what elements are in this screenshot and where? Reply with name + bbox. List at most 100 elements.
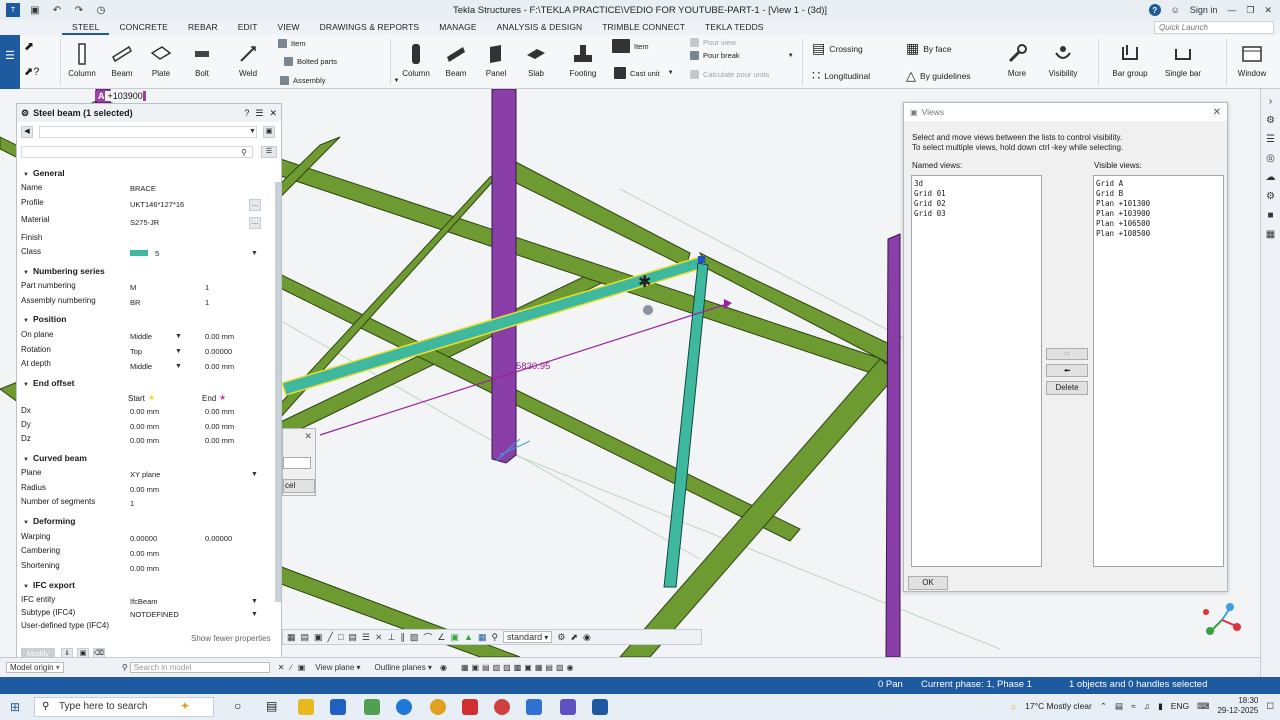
snap-perp-icon[interactable]: ⊥ xyxy=(388,632,396,643)
segments-field[interactable]: 1 xyxy=(130,499,134,508)
section-numbering[interactable]: Numbering series xyxy=(23,266,105,276)
class-dropdown[interactable]: 5 xyxy=(155,249,159,258)
part-start-field[interactable]: 1 xyxy=(205,283,209,292)
tab-manage[interactable]: MANAGE xyxy=(429,20,486,35)
steel-beam-button[interactable]: Beam xyxy=(106,37,138,78)
selection-filters[interactable]: ▦▣▤▧▨▩▣▦▤▧◉ xyxy=(461,663,577,672)
select-arrow-icon[interactable]: ⬈ xyxy=(24,39,34,53)
network-icon[interactable]: ▤ xyxy=(1115,701,1123,712)
section-deforming[interactable]: Deforming xyxy=(23,516,76,526)
help-icon[interactable]: ? xyxy=(1148,4,1161,16)
list-item[interactable]: Plan +108500 xyxy=(1096,229,1221,239)
assembly-start-field[interactable]: 1 xyxy=(205,298,209,307)
teams-icon[interactable] xyxy=(560,699,576,715)
warping-end-field[interactable]: 0.00000 xyxy=(205,534,232,543)
outline-planes-dropdown[interactable]: Outline planes ▾ xyxy=(375,663,432,672)
dy-end-field[interactable]: 0.00 mm xyxy=(205,422,234,431)
outlook-icon[interactable] xyxy=(526,699,542,715)
undo-icon[interactable]: ↶ xyxy=(50,3,64,17)
section-general[interactable]: General xyxy=(23,168,65,178)
snap-eye-icon[interactable]: ◉ xyxy=(583,632,591,643)
snap-green-icon[interactable]: ▣ xyxy=(451,632,460,643)
snap-cross-icon[interactable]: ⨯ xyxy=(375,632,383,643)
minimize-button[interactable]: — xyxy=(1227,5,1236,15)
snap-midpoint-icon[interactable]: ▣ xyxy=(314,632,323,643)
concrete-beam-button[interactable]: Beam xyxy=(440,37,472,78)
section-curved-beam[interactable]: Curved beam xyxy=(23,453,87,463)
list-item[interactable]: Grid A xyxy=(1096,179,1221,189)
window-button[interactable]: Window xyxy=(1234,37,1270,78)
keyboard-icon[interactable]: ⌨ xyxy=(1197,701,1209,712)
slab-button[interactable]: Slab xyxy=(520,37,552,78)
cloud-icon[interactable]: ☁ xyxy=(1265,172,1277,184)
concrete-column-button[interactable]: Column xyxy=(400,37,432,78)
rotation-dropdown[interactable]: Top xyxy=(130,347,142,356)
ifc-subtype-dropdown[interactable]: NOTDEFINED xyxy=(130,610,179,619)
tab-drawings-reports[interactable]: DRAWINGS & REPORTS xyxy=(310,20,430,35)
list-item[interactable]: Grid 03 xyxy=(914,209,1039,219)
widgets-icon[interactable]: ▤ xyxy=(266,699,277,713)
select-options-icon[interactable]: ⬈? xyxy=(24,65,39,78)
save-icon[interactable]: ▣ xyxy=(28,3,42,17)
pin-icon[interactable]: ☰ xyxy=(255,108,263,119)
battery-icon[interactable]: ▮ xyxy=(1158,701,1163,712)
more-button[interactable]: More xyxy=(1000,37,1034,78)
search-model-input[interactable]: Search in model xyxy=(129,662,270,673)
single-bar-button[interactable]: Single bar xyxy=(1162,37,1204,78)
delete-view-button[interactable]: Delete xyxy=(1046,381,1088,395)
property-set-dropdown[interactable] xyxy=(39,126,257,138)
snap-mode-dropdown[interactable]: standard ▾ xyxy=(503,631,553,643)
bar-group-button[interactable]: Bar group xyxy=(1110,37,1150,78)
bolted-parts-button[interactable]: Bolted parts xyxy=(284,57,337,66)
parallel-icon[interactable]: ∕ xyxy=(290,663,291,672)
snap-box-icon[interactable]: □ xyxy=(338,632,343,642)
profile-browse-button[interactable]: … xyxy=(249,199,261,211)
list-item[interactable]: Plan +101300 xyxy=(1096,199,1221,209)
apps-icon[interactable]: ▦ xyxy=(1265,229,1277,241)
volume-icon[interactable]: ♫ xyxy=(1144,701,1150,711)
dy-start-field[interactable]: 0.00 mm xyxy=(130,422,159,431)
concrete-item-button[interactable]: Item xyxy=(612,39,649,53)
list-item[interactable]: Grid 01 xyxy=(914,189,1039,199)
snap-ext-icon[interactable]: ▧ xyxy=(410,632,419,643)
wifi-icon[interactable]: ≈ xyxy=(1131,701,1136,711)
properties-icon[interactable]: ⚙ xyxy=(1265,115,1277,127)
tab-steel[interactable]: STEEL xyxy=(62,20,110,35)
task-view-icon[interactable]: ○ xyxy=(234,699,241,713)
tab-trimble-connect[interactable]: TRIMBLE CONNECT xyxy=(592,20,695,35)
eye-icon[interactable]: ◉ xyxy=(440,663,447,672)
bolt-button[interactable]: Bolt xyxy=(186,37,218,78)
settings-icon[interactable]: ⚙ xyxy=(1265,191,1277,203)
filter-menu-icon[interactable]: ☰ xyxy=(261,146,277,158)
search-properties-input[interactable] xyxy=(21,146,253,158)
catalog-icon[interactable]: ☰ xyxy=(1265,134,1277,146)
clock[interactable]: 18:30 29-12-2025 xyxy=(1217,696,1258,716)
maximize-button[interactable]: ❐ xyxy=(1246,5,1254,16)
longitudinal-button[interactable]: ∷ Longitudinal xyxy=(812,68,870,84)
name-field[interactable]: BRACE xyxy=(130,184,156,193)
ok-button[interactable]: OK xyxy=(908,576,948,590)
close-button[interactable]: ✕ xyxy=(1264,5,1272,16)
language-indicator[interactable]: ENG xyxy=(1171,701,1189,711)
dz-start-field[interactable]: 0.00 mm xyxy=(130,436,159,445)
render-icon[interactable]: ▣ xyxy=(298,663,306,672)
tab-tekla-tedds[interactable]: TEKLA TEDDS xyxy=(695,20,774,35)
shortening-field[interactable]: 0.00 mm xyxy=(130,564,159,573)
list-item[interactable]: Grid 02 xyxy=(914,199,1039,209)
rotation-value[interactable]: 0.00000 xyxy=(205,347,232,356)
visible-views-list[interactable]: Grid A Grid B Plan +101300 Plan +103900 … xyxy=(1093,175,1224,567)
steel-column-button[interactable]: Column xyxy=(66,37,98,78)
tab-concrete[interactable]: CONCRETE xyxy=(109,20,178,35)
cancel-button[interactable]: cel xyxy=(283,479,315,493)
material-browse-button[interactable]: … xyxy=(249,217,261,229)
file-explorer-icon[interactable] xyxy=(298,699,314,715)
move-right-button[interactable]: ⇨ xyxy=(1046,348,1088,360)
help-icon[interactable]: ? xyxy=(244,108,249,119)
globe-icon[interactable]: ◎ xyxy=(1265,153,1277,165)
notifications-icon[interactable]: ☐ xyxy=(1266,701,1274,712)
close-icon[interactable]: ✕ xyxy=(1213,107,1227,118)
snap-cursor-icon[interactable]: ⬈ xyxy=(570,632,578,643)
radius-field[interactable]: 0.00 mm xyxy=(130,485,159,494)
cast-unit-button[interactable]: Cast unit ▼ xyxy=(614,67,674,79)
grid-snap-icon[interactable]: ▦ xyxy=(287,632,296,643)
